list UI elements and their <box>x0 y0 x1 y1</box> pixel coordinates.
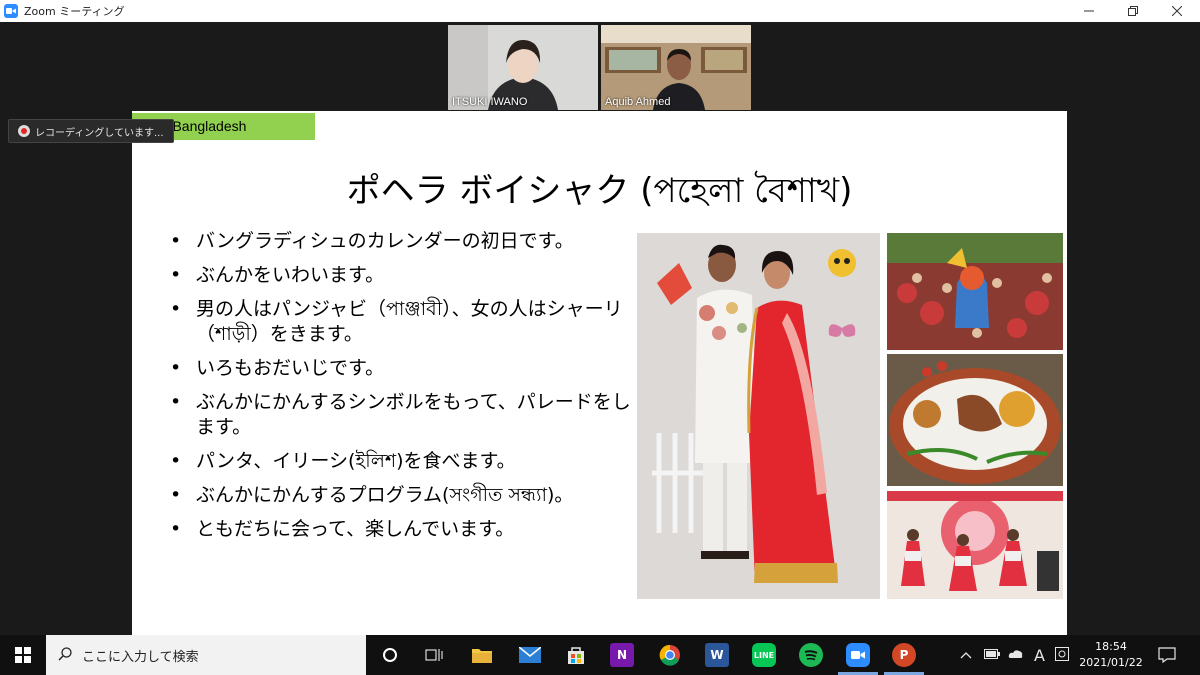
participant-video-2[interactable]: Aquib Ahmed <box>601 25 751 110</box>
bullet-item: • 男の人はパンジャビ（পাঞ্জাবী）、女の人はシャーリ（শাড়ী）をきます… <box>170 298 623 345</box>
zoom-icon[interactable] <box>846 643 870 667</box>
bullet-item: • いろもおだいじです。 <box>170 357 385 379</box>
slide-title: ポヘラ ボイシャク (পহেলা বৈশাখ) <box>346 171 853 211</box>
clock-date: 2021/01/22 <box>1079 656 1143 669</box>
record-icon <box>18 125 30 137</box>
taskbar-clock[interactable]: 18:54 2021/01/22 <box>1078 639 1144 671</box>
cultural-program-photo <box>887 491 1063 599</box>
taskbar-search-box[interactable]: ここに入力して検索 <box>46 635 366 675</box>
onenote-icon[interactable]: N <box>610 643 634 667</box>
recording-label: レコーディングしています... <box>35 127 164 139</box>
zoom-app-icon <box>4 4 18 18</box>
ime-indicator[interactable]: A <box>1034 646 1045 665</box>
participant-name: ITSUKI IWANO <box>452 96 528 108</box>
word-icon[interactable]: W <box>705 643 729 667</box>
mail-icon[interactable] <box>518 643 542 667</box>
meeting-area: ITSUKI IWANO Aquib Ahmed レコーディングしています...… <box>0 22 1200 635</box>
window-title: Zoom ミーティング <box>24 5 125 18</box>
bullet-item: • パンタ、イリーシ(ইলিশ)を食べます。 <box>170 450 516 472</box>
close-button[interactable] <box>1154 0 1200 22</box>
powerpoint-icon[interactable]: P <box>892 643 916 667</box>
spotify-icon[interactable] <box>799 643 823 667</box>
cortana-icon[interactable] <box>378 643 402 667</box>
participant-name: Aquib Ahmed <box>605 96 671 108</box>
couple-photo <box>637 233 880 599</box>
system-tray: A <box>960 635 1069 675</box>
restore-button[interactable] <box>1110 0 1156 22</box>
bullet-item: • ぶんかにかんするプログラム(সংগীত সন্ধ্যা)。 <box>170 484 574 506</box>
participant-video-1[interactable]: ITSUKI IWANO <box>448 25 598 110</box>
clock-time: 18:54 <box>1095 640 1127 653</box>
taskbar: ここに入力して検索 N W LINE P A 18:54 2021/01/22 <box>0 635 1200 675</box>
recording-indicator[interactable]: レコーディングしています... <box>8 119 174 143</box>
bullet-list: • バングラディシュのカレンダーの初日です。 • ぶんかをいわいます。 • 男の人はパ… <box>168 229 648 551</box>
bullet-item: • ぶんかにかんするシンボルをもって、パレードをします。 <box>170 391 631 438</box>
store-icon[interactable] <box>564 643 588 667</box>
notification-app-icon[interactable] <box>1054 646 1069 664</box>
shared-slide: min Bangladesh ポヘラ ボイシャク (পহেলা বৈশাখ) •… <box>132 111 1067 635</box>
festival-parade-photo <box>887 233 1063 350</box>
bullet-item: • ともだちに会って、楽しんでいます。 <box>170 518 515 540</box>
task-view-icon[interactable] <box>422 643 446 667</box>
file-explorer-icon[interactable] <box>470 643 494 667</box>
action-center-icon[interactable] <box>1158 635 1176 675</box>
onedrive-cloud-icon[interactable] <box>1008 648 1024 662</box>
bullet-item: • バングラディシュのカレンダーの初日です。 <box>170 230 574 252</box>
title-bar: Zoom ミーティング <box>0 0 1200 22</box>
panta-ilish-food-photo <box>887 354 1063 486</box>
minimize-button[interactable] <box>1066 0 1112 22</box>
search-placeholder: ここに入力して検索 <box>82 649 199 665</box>
search-icon <box>58 646 72 665</box>
battery-icon[interactable] <box>984 648 1000 662</box>
bullet-item: • ぶんかをいわいます。 <box>170 264 385 286</box>
line-icon[interactable]: LINE <box>752 643 776 667</box>
windows-start-icon[interactable] <box>0 635 46 675</box>
chrome-icon[interactable] <box>658 643 682 667</box>
tray-chevron-up-icon[interactable] <box>960 648 972 662</box>
